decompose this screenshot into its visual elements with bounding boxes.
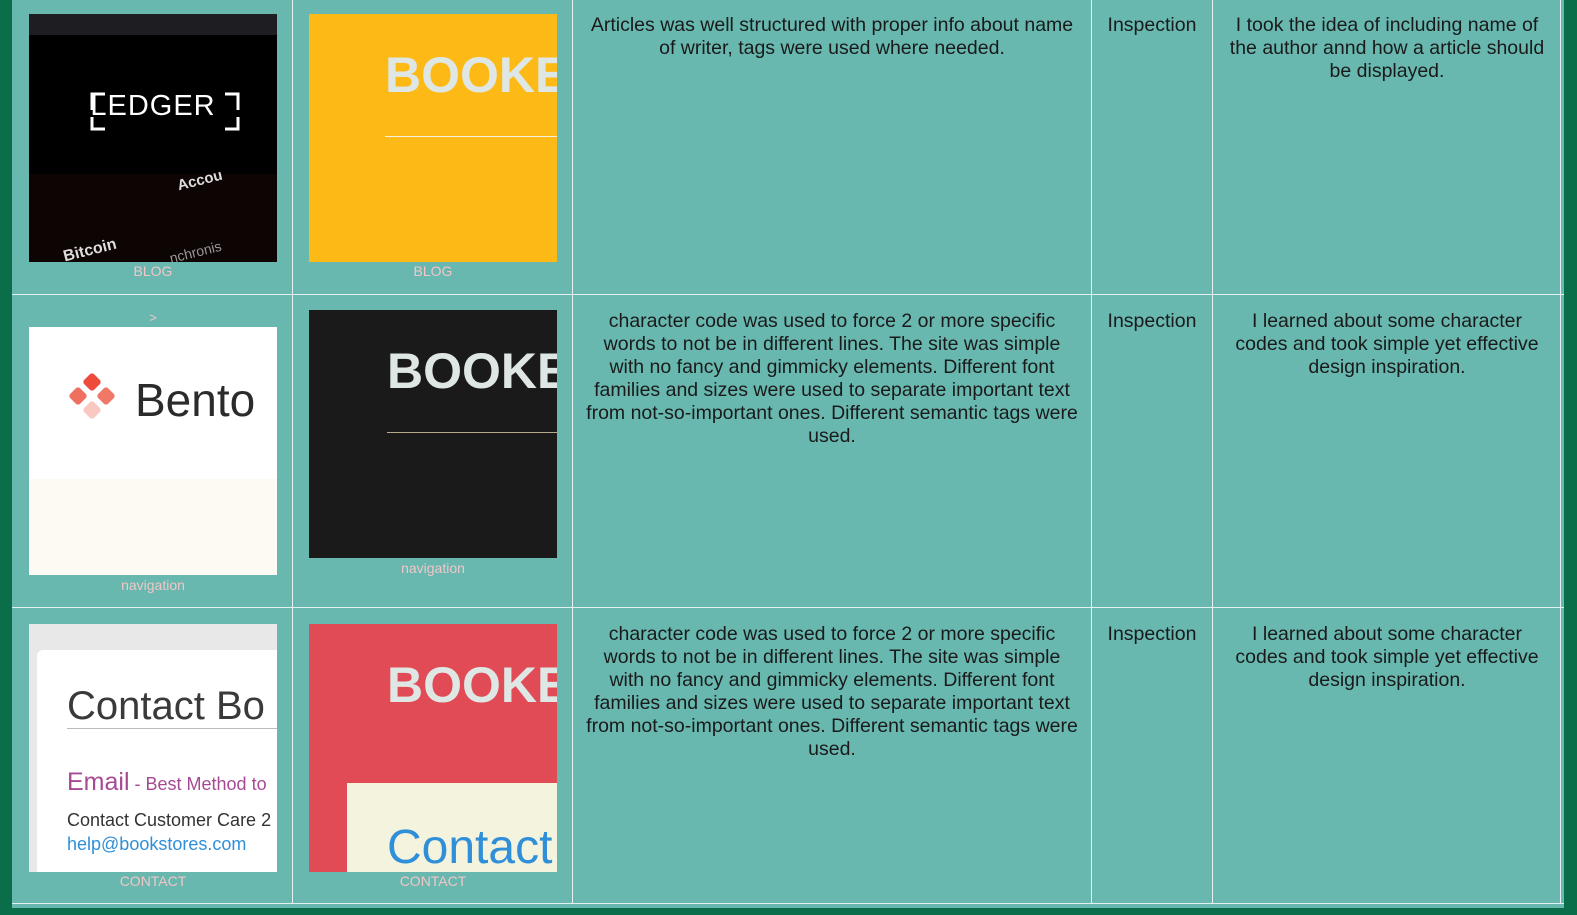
method-cell: Inspection	[1107, 623, 1197, 645]
column-divider	[1212, 0, 1213, 904]
comparison-table: LEDGER Accou Bitcoin nchronis BLOG BOOKE…	[12, 0, 1564, 908]
booke-heading: BOOKE	[385, 47, 557, 103]
image-caption: CONTACT	[119, 873, 187, 889]
bookstore-contact-screenshot: BOOKE Contact	[309, 624, 557, 872]
row-divider	[12, 294, 1564, 295]
column-divider	[1560, 0, 1561, 904]
image-caption: BLOG	[133, 263, 173, 279]
bento-logo-text: Bento	[135, 374, 256, 426]
row-divider	[12, 903, 1564, 904]
image-caption: navigation	[401, 560, 465, 576]
stray-marker: >	[149, 310, 157, 325]
row-divider	[12, 607, 1564, 608]
ledger-logo-text: LEDGER	[90, 90, 216, 122]
description-cell: character code was used to force 2 or mo…	[586, 310, 1078, 447]
bookstore-blog-screenshot: BOOKE	[309, 14, 557, 262]
description-cell: character code was used to force 2 or mo…	[586, 623, 1078, 760]
image-caption: BLOG	[413, 263, 453, 279]
bento-screenshot: Bento	[29, 327, 277, 575]
contact-heading: Contact Bo	[67, 684, 265, 728]
contact-heading: Contact	[387, 821, 553, 872]
email-address-link: help@bookstores.com	[67, 834, 247, 854]
email-label: Email	[67, 768, 130, 796]
ledger-screenshot: LEDGER Accou Bitcoin nchronis	[29, 14, 277, 262]
image-caption: CONTACT	[399, 873, 467, 889]
column-divider	[1091, 0, 1092, 904]
learning-cell: I learned about some character codes and…	[1235, 623, 1539, 691]
learning-cell: I learned about some character codes and…	[1235, 310, 1539, 378]
bookstore-navigation-screenshot: BOOKE	[309, 310, 557, 558]
column-divider	[292, 0, 293, 904]
column-divider	[572, 0, 573, 904]
bento-logo-icon	[69, 373, 115, 419]
contact-line: Contact Customer Care 2	[67, 810, 272, 830]
method-cell: Inspection	[1107, 14, 1197, 36]
contact-page-screenshot: Contact Bo Email - Best Method to Contac…	[29, 624, 277, 872]
description-cell: Articles was well structured with proper…	[590, 14, 1074, 59]
booke-heading: BOOKE	[387, 343, 557, 399]
learning-cell: I took the idea of including name of the…	[1229, 14, 1545, 82]
method-cell: Inspection	[1107, 310, 1197, 332]
image-caption: navigation	[121, 577, 185, 593]
booke-heading: BOOKE	[387, 657, 557, 713]
